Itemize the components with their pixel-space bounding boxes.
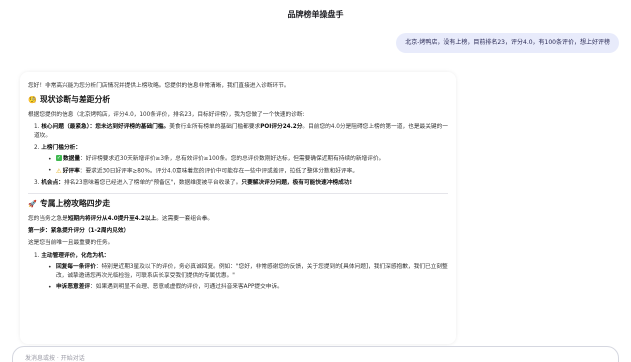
app-header: 品牌榜单操盘手	[0, 0, 631, 28]
thinking-face-icon: 🧐	[28, 95, 37, 104]
item-label: 主动管理评价，化危为机	[41, 252, 104, 259]
sub-list: ✓数据量：好评榜要求近30天新增评价≥3条，总有效评价≥100条。您的总评价数刚…	[34, 155, 448, 177]
chat-input-box[interactable]: 发消息或按 · 开始对话	[12, 346, 619, 362]
sub-item-data-volume: ✓数据量：好评榜要求近30天新增评价≥3条，总有效评价≥100条。您的总评价数刚…	[48, 155, 448, 165]
page-title: 品牌榜单操盘手	[287, 9, 344, 19]
assistant-answer-card: 您好！非常高兴能为您分析门店情况并提供上榜攻略。您提供的信息非常清晰，我们直接进…	[20, 72, 456, 344]
section-title: 专属上榜攻略四步走	[40, 199, 111, 209]
section-heading-diagnosis: 🧐 现状诊断与差距分析	[28, 94, 448, 107]
strategy-goal: 您的当务之急是短期内将评分从4.0提升至4.2以上。这需要一套组合拳。	[28, 215, 214, 222]
section-lead: 根据您提供的信息（北京烤鸭店，评分4.0，100条评价，排名23，目标好评榜），…	[28, 111, 305, 118]
sub-item-reply: 回复每一条评价：特别是近期3星及以下的评价，务必真诚回复。例如："您好，非常感谢…	[48, 263, 448, 281]
answer-intro: 您好！非常高兴能为您分析门店情况并提供上榜攻略。您提供的信息非常清晰，我们直接进…	[28, 83, 290, 89]
step-one-title: 第一步：紧急提升评分（1-2周内见效）	[28, 228, 130, 235]
item-label: 机会点	[41, 179, 59, 186]
rocket-icon: 🚀	[28, 199, 37, 208]
chat-input-placeholder[interactable]: 发消息或按 · 开始对话	[25, 353, 606, 362]
step-one-note: 这是您当前唯一且最重要的任务。	[28, 240, 114, 247]
divider	[28, 193, 448, 195]
list-item: 2. 上榜门槛分析： ✓数据量：好评榜要求近30天新增评价≥3条，总有效评价≥1…	[34, 144, 448, 177]
warning-icon: ⚠	[56, 167, 62, 176]
check-icon: ✓	[56, 155, 62, 162]
section-heading-strategy: 🚀 专属上榜攻略四步走	[28, 198, 448, 211]
item-label: 核心问题（最紧急）	[41, 124, 90, 131]
strategy-list: 1. 主动管理评价，化危为机： 回复每一条评价：特别是近期3星及以下的评价，务必…	[28, 252, 448, 294]
diagnosis-list: 1. 核心问题（最紧急）：您未达到好评榜的基础门槛。美食行业所有榜单的基础门槛都…	[28, 123, 448, 188]
section-title: 现状诊断与差距分析	[40, 95, 111, 105]
list-item: 1. 核心问题（最紧急）：您未达到好评榜的基础门槛。美食行业所有榜单的基础门槛都…	[34, 124, 448, 140]
list-item: 1. 主动管理评价，化危为机： 回复每一条评价：特别是近期3星及以下的评价，务必…	[34, 252, 448, 294]
list-item: 3. 机会点：排名23意味着您已经进入了榜单的"预备区"，数据维度被平台收录了。…	[34, 179, 353, 186]
sub-item-appeal: 申诉恶意差评：如果遇到明显不合理、恶意或虚假的评价，可通过抖音来客APP提交申诉…	[48, 283, 448, 293]
sub-item-good-rate: ⚠好评率：要求近30日好评率≥80%。评分4.0意味着您的评价中可能存在一些中评…	[48, 166, 448, 177]
item-label: 上榜门槛分析	[41, 144, 76, 151]
sub-list: 回复每一条评价：特别是近期3星及以下的评价，务必真诚回复。例如："您好，非常感谢…	[34, 263, 448, 293]
item-bold-text: 您未达到好评榜的基础门槛。	[95, 124, 170, 131]
user-message-bubble: 北京-烤鸭店，没有上榜，目前排名23，评分4.0，有100条评价，想上好评榜	[396, 33, 619, 54]
